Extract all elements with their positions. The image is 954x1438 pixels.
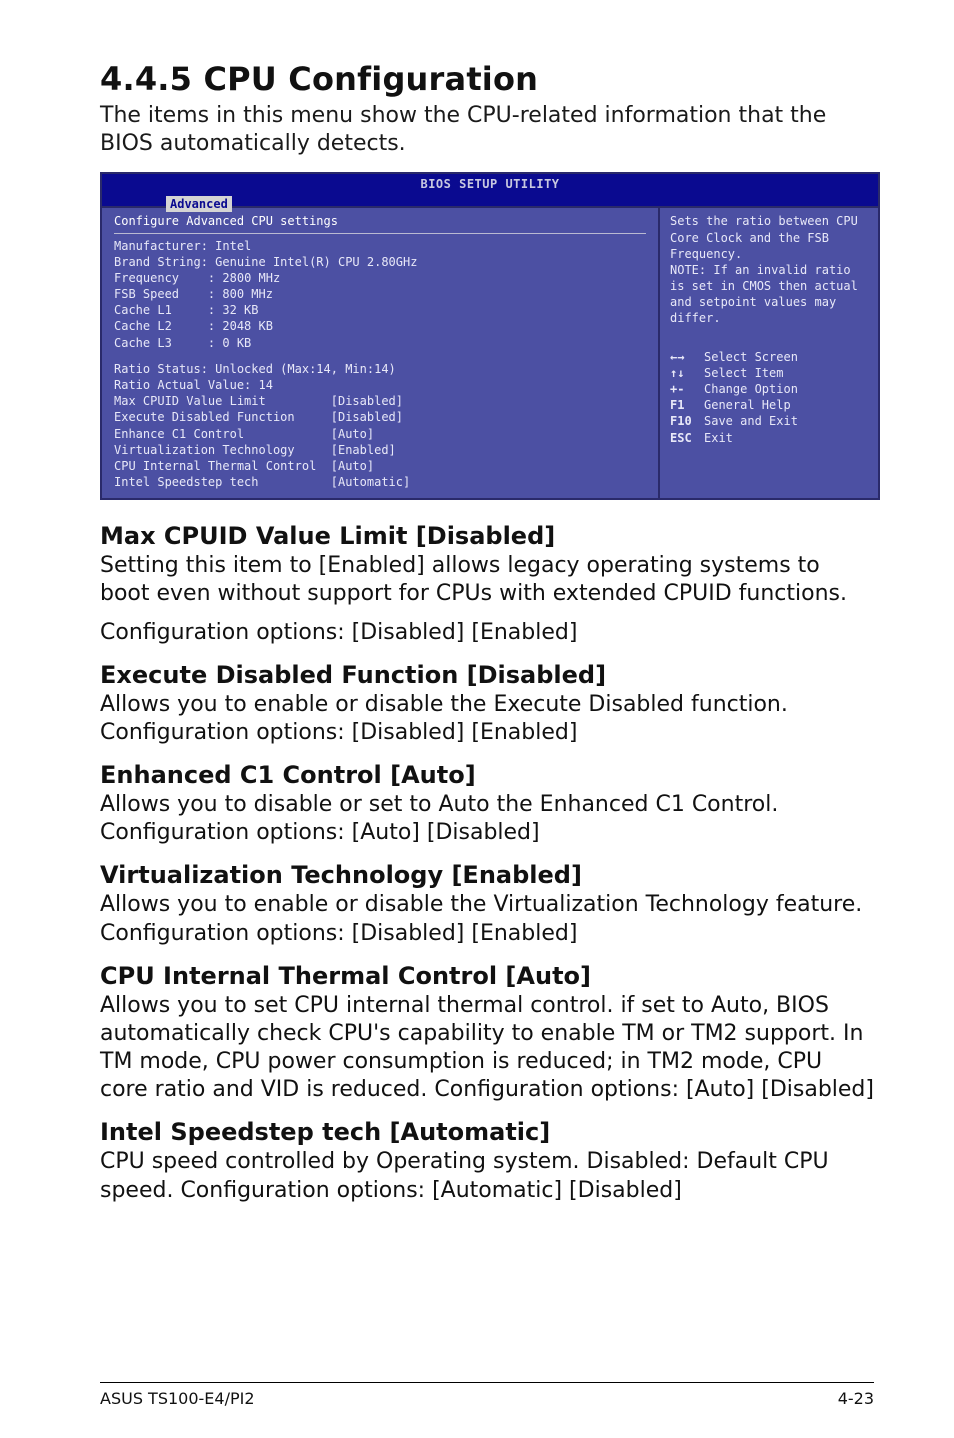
bios-nav-label: Change Option xyxy=(704,381,798,397)
bios-field: Brand String: Genuine Intel(R) CPU 2.80G… xyxy=(114,254,646,270)
bios-option-row[interactable]: Execute Disabled Function [Disabled] xyxy=(114,409,646,425)
bios-option-value: [Enabled] xyxy=(331,443,396,457)
bios-option-row[interactable]: Virtualization Technology [Enabled] xyxy=(114,442,646,458)
bios-nav-key: ↑↓ xyxy=(670,365,698,381)
bios-header: BIOS SETUP UTILITY Advanced xyxy=(102,174,878,208)
doc-paragraph: Configuration options: [Disabled] [Enabl… xyxy=(100,619,874,647)
bios-left-pane: Configure Advanced CPU settings Manufact… xyxy=(102,208,660,498)
section-intro: The items in this menu show the CPU-rela… xyxy=(100,102,874,158)
bios-panel: BIOS SETUP UTILITY Advanced Configure Ad… xyxy=(100,172,880,500)
bios-field-value: 0 KB xyxy=(222,336,251,350)
bios-help-pane: Sets the ratio between CPU Core Clock an… xyxy=(660,208,878,498)
bios-help-line: NOTE: If an invalid ratio is set in CMOS… xyxy=(670,262,868,327)
bios-field-value: 800 MHz xyxy=(222,287,273,301)
bios-field-value: 32 KB xyxy=(222,303,258,317)
bios-option-row[interactable]: Intel Speedstep tech [Automatic] xyxy=(114,474,646,490)
doc-paragraph: Allows you to disable or set to Auto the… xyxy=(100,791,874,847)
bios-field-label: Ratio Actual Value: xyxy=(114,378,251,392)
bios-nav-label: Save and Exit xyxy=(704,413,798,429)
footer-left: ASUS TS100-E4/PI2 xyxy=(100,1389,255,1408)
bios-nav-row: ↑↓ Select Item xyxy=(670,365,868,381)
bios-help-text: Sets the ratio between CPU Core Clock an… xyxy=(670,213,868,326)
doc-heading: Intel Speedstep tech [Automatic] xyxy=(100,1118,874,1146)
bios-nav-key: ESC xyxy=(670,430,698,446)
doc-paragraph: Allows you to enable or disable the Virt… xyxy=(100,891,874,947)
bios-field: Ratio Actual Value: 14 xyxy=(114,377,646,393)
doc-heading: CPU Internal Thermal Control [Auto] xyxy=(100,962,874,990)
bios-field-value: 14 xyxy=(259,378,273,392)
bios-option-label: Intel Speedstep tech xyxy=(114,475,331,489)
doc-paragraph: Allows you to set CPU internal thermal c… xyxy=(100,992,874,1105)
bios-field-label: Frequency xyxy=(114,271,179,285)
bios-field-label: FSB Speed xyxy=(114,287,179,301)
doc-paragraph: Setting this item to [Enabled] allows le… xyxy=(100,552,874,608)
bios-field-label: Cache L3 xyxy=(114,336,172,350)
doc-body: Max CPUID Value Limit [Disabled]Setting … xyxy=(100,522,874,1204)
bios-heading: Configure Advanced CPU settings xyxy=(114,213,646,229)
bios-nav-label: Exit xyxy=(704,430,733,446)
bios-field: Cache L2 : 2048 KB xyxy=(114,318,646,334)
bios-options: Max CPUID Value Limit [Disabled]Execute … xyxy=(114,393,646,490)
bios-nav-label: General Help xyxy=(704,397,791,413)
bios-tab-advanced[interactable]: Advanced xyxy=(166,196,232,212)
bios-option-value: [Disabled] xyxy=(331,410,403,424)
bios-nav: ←→ Select Screen ↑↓ Select Item +- Change Opt… xyxy=(670,349,868,446)
bios-option-label: Execute Disabled Function xyxy=(114,410,331,424)
bios-option-value: [Auto] xyxy=(331,427,374,441)
bios-field: FSB Speed : 800 MHz xyxy=(114,286,646,302)
bios-field-value: Unlocked (Max:14, Min:14) xyxy=(215,362,396,376)
bios-nav-row: ←→ Select Screen xyxy=(670,349,868,365)
bios-option-row[interactable]: Max CPUID Value Limit [Disabled] xyxy=(114,393,646,409)
doc-paragraph: CPU speed controlled by Operating system… xyxy=(100,1148,874,1204)
bios-option-value: [Disabled] xyxy=(331,394,403,408)
doc-heading: Execute Disabled Function [Disabled] xyxy=(100,661,874,689)
bios-field: Frequency : 2800 MHz xyxy=(114,270,646,286)
bios-field-label: Cache L2 xyxy=(114,319,172,333)
doc-heading: Max CPUID Value Limit [Disabled] xyxy=(100,522,874,550)
bios-option-row[interactable]: CPU Internal Thermal Control [Auto] xyxy=(114,458,646,474)
bios-field-value: Genuine Intel(R) CPU 2.80GHz xyxy=(215,255,417,269)
bios-field-label: Manufacturer: xyxy=(114,239,208,253)
bios-separator xyxy=(114,233,646,234)
bios-field-label: Ratio Status: xyxy=(114,362,208,376)
bios-nav-row: +- Change Option xyxy=(670,381,868,397)
bios-nav-row: F10 Save and Exit xyxy=(670,413,868,429)
bios-nav-key: ←→ xyxy=(670,349,698,365)
bios-nav-key: F10 xyxy=(670,413,698,429)
footer-right: 4-23 xyxy=(838,1389,874,1408)
bios-option-label: Virtualization Technology xyxy=(114,443,331,457)
bios-nav-row: F1 General Help xyxy=(670,397,868,413)
bios-nav-label: Select Screen xyxy=(704,349,798,365)
bios-option-value: [Automatic] xyxy=(331,475,410,489)
bios-field-label: Brand String: xyxy=(114,255,208,269)
bios-option-label: Max CPUID Value Limit xyxy=(114,394,331,408)
bios-option-label: CPU Internal Thermal Control xyxy=(114,459,331,473)
bios-field: Ratio Status: Unlocked (Max:14, Min:14) xyxy=(114,361,646,377)
bios-option-value: [Auto] xyxy=(331,459,374,473)
bios-field-value: Intel xyxy=(215,239,251,253)
bios-field-label: Cache L1 xyxy=(114,303,172,317)
bios-title: BIOS SETUP UTILITY xyxy=(110,176,870,192)
bios-help-line: Sets the ratio between CPU Core Clock an… xyxy=(670,213,868,262)
doc-heading: Enhanced C1 Control [Auto] xyxy=(100,761,874,789)
bios-field: Manufacturer: Intel xyxy=(114,238,646,254)
bios-field: Cache L1 : 32 KB xyxy=(114,302,646,318)
bios-field-value: 2800 MHz xyxy=(222,271,280,285)
bios-nav-row: ESC Exit xyxy=(670,430,868,446)
page-footer: ASUS TS100-E4/PI2 4-23 xyxy=(100,1382,874,1408)
bios-field-value: 2048 KB xyxy=(222,319,273,333)
bios-option-label: Enhance C1 Control xyxy=(114,427,331,441)
section-title: 4.4.5 CPU Configuration xyxy=(100,60,874,98)
bios-field: Cache L3 : 0 KB xyxy=(114,335,646,351)
bios-option-row[interactable]: Enhance C1 Control [Auto] xyxy=(114,426,646,442)
doc-paragraph: Allows you to enable or disable the Exec… xyxy=(100,691,874,747)
doc-heading: Virtualization Technology [Enabled] xyxy=(100,861,874,889)
bios-nav-label: Select Item xyxy=(704,365,783,381)
bios-nav-key: +- xyxy=(670,381,698,397)
bios-nav-key: F1 xyxy=(670,397,698,413)
